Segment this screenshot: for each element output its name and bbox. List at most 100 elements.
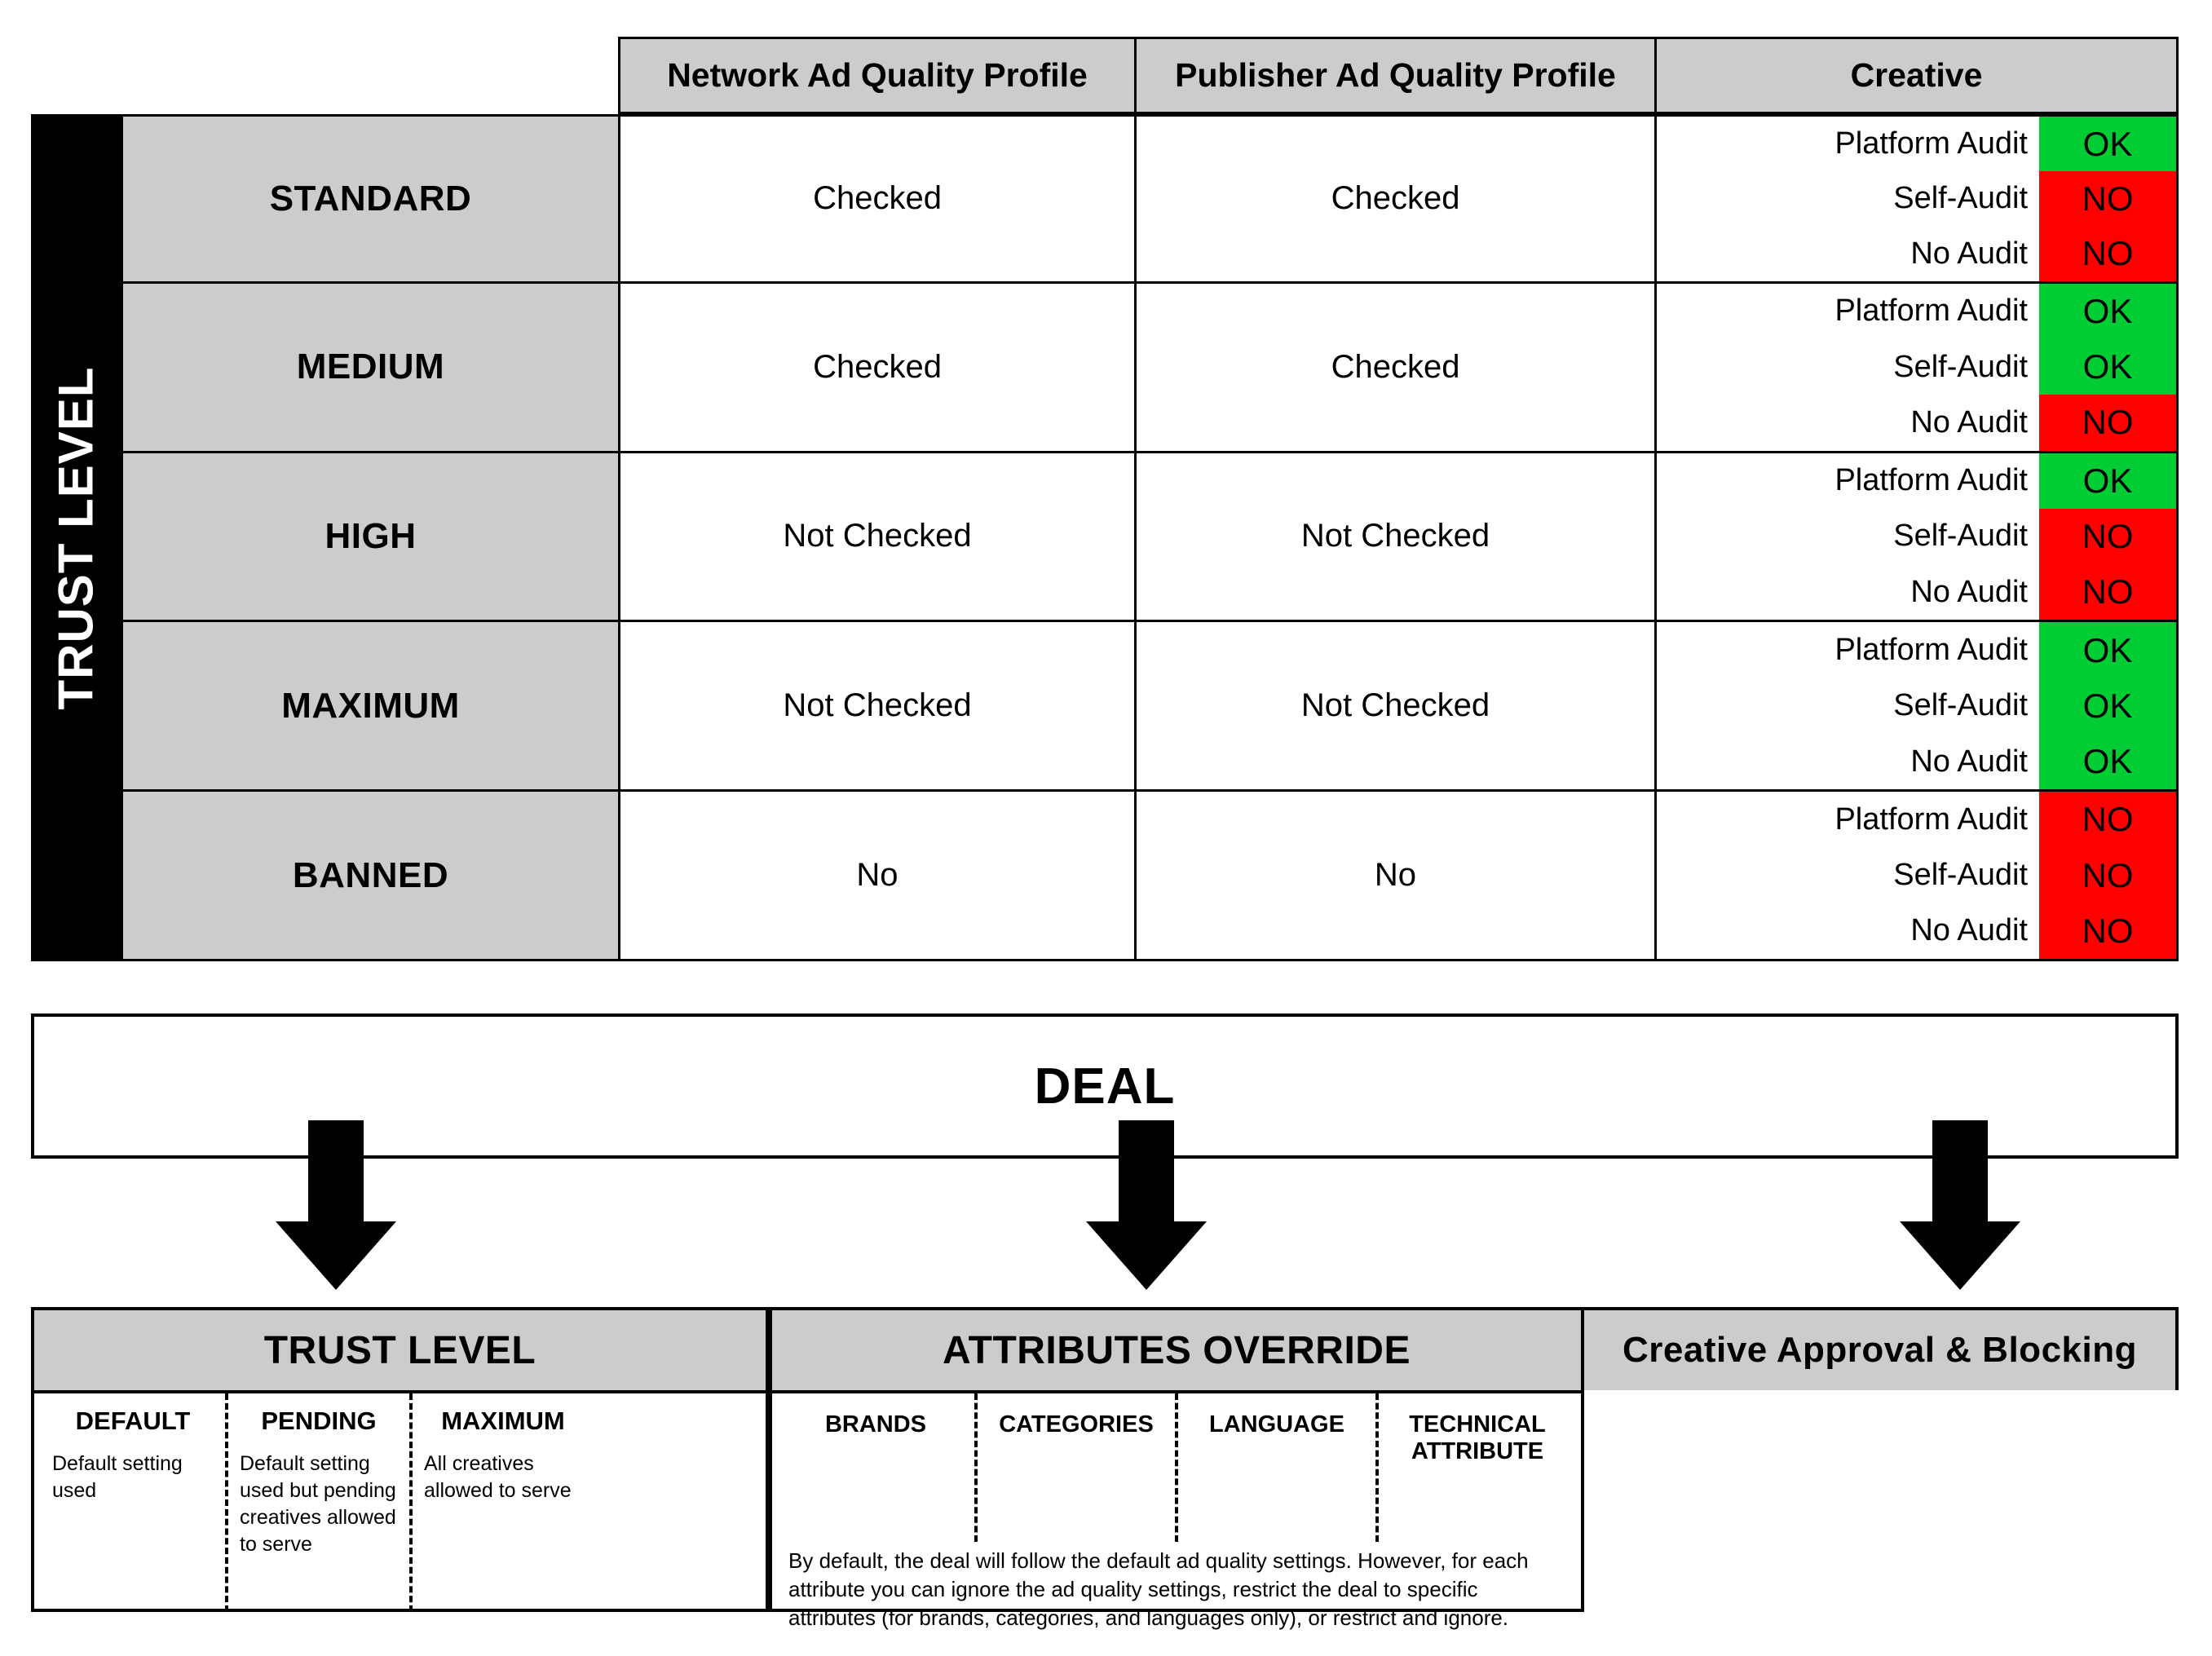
- status-badge: NO: [2039, 903, 2176, 959]
- audit-label: Platform Audit: [1835, 633, 2028, 668]
- panel-trust-level: TRUST LEVEL DEFAULT Default setting used…: [31, 1307, 769, 1612]
- table-row: STANDARD Checked Checked Platform Audit …: [121, 114, 2181, 284]
- trust-level-option-default[interactable]: DEFAULT Default setting used: [41, 1393, 225, 1612]
- cell-publisher-quality: Not Checked: [1134, 450, 1657, 623]
- matrix-header-row: Network Ad Quality Profile Publisher Ad …: [618, 37, 2181, 114]
- status-badge: OK: [2039, 339, 2176, 395]
- cell-publisher-quality: No: [1134, 789, 1657, 961]
- option-title: LANGUAGE: [1209, 1411, 1344, 1437]
- audit-label: Self-Audit: [1893, 349, 2028, 384]
- row-level-label: STANDARD: [121, 114, 620, 284]
- audit-row: Platform Audit OK: [1657, 453, 2176, 509]
- cell-network-quality: Not Checked: [618, 620, 1137, 793]
- audit-row: No Audit NO: [1657, 903, 2176, 959]
- down-arrow-icon: [1086, 1120, 1207, 1290]
- option-title: PENDING: [261, 1406, 377, 1435]
- status-badge: NO: [2039, 847, 2176, 903]
- option-title: CATEGORIES: [999, 1411, 1154, 1437]
- status-badge: NO: [2039, 792, 2176, 848]
- audit-label: No Audit: [1910, 744, 2028, 779]
- deal-title: DEAL: [1034, 1058, 1176, 1115]
- audit-list: Platform Audit OK Self-Audit OK No Audit…: [1657, 622, 2176, 790]
- table-row: MEDIUM Checked Checked Platform Audit OK…: [121, 280, 2181, 453]
- audit-row: Platform Audit OK: [1657, 117, 2176, 172]
- cell-creative: Platform Audit OK Self-Audit OK No Audit…: [1654, 280, 2179, 453]
- audit-label: Platform Audit: [1835, 802, 2028, 837]
- cell-network-quality: Checked: [618, 280, 1137, 453]
- row-level-label: HIGH: [121, 450, 620, 623]
- audit-label: Self-Audit: [1893, 858, 2028, 893]
- audit-list: Platform Audit OK Self-Audit NO No Audit…: [1657, 453, 2176, 620]
- status-badge: NO: [2039, 395, 2176, 451]
- option-title: DEFAULT: [75, 1406, 191, 1435]
- attribute-option-language[interactable]: LANGUAGE: [1175, 1393, 1375, 1542]
- audit-label: No Audit: [1910, 574, 2028, 609]
- status-badge: OK: [2039, 453, 2176, 509]
- attributes-override-note: By default, the deal will follow the def…: [788, 1548, 1529, 1631]
- cell-network-quality: Checked: [618, 114, 1137, 284]
- audit-row: Self-Audit NO: [1657, 847, 2176, 903]
- option-description: Default setting used: [52, 1451, 183, 1502]
- trust-level-spine-label: TRUST LEVEL: [48, 365, 104, 710]
- status-badge: OK: [2039, 117, 2176, 172]
- audit-label: Platform Audit: [1835, 463, 2028, 498]
- panel-attributes-override: ATTRIBUTES OVERRIDE BRANDS CATEGORIES LA…: [769, 1307, 1584, 1630]
- column-header-network-ad-quality-profile: Network Ad Quality Profile: [618, 37, 1137, 114]
- panel-attributes-override-title: ATTRIBUTES OVERRIDE: [772, 1310, 1581, 1393]
- audit-row: No Audit NO: [1657, 395, 2176, 451]
- option-title: TECHNICAL ATTRIBUTE: [1409, 1411, 1546, 1465]
- attribute-option-technical-attribute[interactable]: TECHNICAL ATTRIBUTE: [1375, 1393, 1576, 1542]
- audit-row: Self-Audit NO: [1657, 171, 2176, 227]
- audit-row: No Audit OK: [1657, 733, 2176, 790]
- audit-label: Platform Audit: [1835, 126, 2028, 161]
- audit-row: Self-Audit NO: [1657, 508, 2176, 565]
- status-badge: NO: [2039, 226, 2176, 281]
- table-row: BANNED No No Platform Audit NO Self-Audi…: [121, 789, 2181, 961]
- audit-row: No Audit NO: [1657, 226, 2176, 281]
- cell-creative: Platform Audit OK Self-Audit NO No Audit…: [1654, 114, 2179, 284]
- audit-row: Self-Audit OK: [1657, 339, 2176, 395]
- audit-row: No Audit NO: [1657, 564, 2176, 620]
- option-title: MAXIMUM: [441, 1406, 565, 1435]
- cell-creative: Platform Audit OK Self-Audit OK No Audit…: [1654, 620, 2179, 793]
- attribute-columns: BRANDS CATEGORIES LANGUAGE TECHNICAL ATT…: [772, 1393, 1581, 1542]
- cell-publisher-quality: Checked: [1134, 114, 1657, 284]
- column-header-creative: Creative: [1654, 37, 2179, 114]
- option-description: All creatives allowed to serve: [424, 1451, 572, 1502]
- trust-level-spine: TRUST LEVEL: [31, 114, 121, 961]
- status-badge: OK: [2039, 622, 2176, 678]
- audit-label: No Audit: [1910, 236, 2028, 271]
- trust-level-option-pending[interactable]: PENDING Default setting used but pending…: [225, 1393, 409, 1612]
- audit-label: No Audit: [1910, 913, 2028, 948]
- audit-label: Self-Audit: [1893, 181, 2028, 216]
- column-header-publisher-ad-quality-profile: Publisher Ad Quality Profile: [1134, 37, 1657, 114]
- audit-row: Platform Audit OK: [1657, 283, 2176, 340]
- cell-creative: Platform Audit NO Self-Audit NO No Audit…: [1654, 789, 2179, 961]
- attribute-option-brands[interactable]: BRANDS: [777, 1393, 974, 1542]
- panel-trust-level-title: TRUST LEVEL: [34, 1310, 766, 1393]
- audit-label: Self-Audit: [1893, 519, 2028, 554]
- audit-list: Platform Audit OK Self-Audit OK No Audit…: [1657, 283, 2176, 451]
- audit-row: Self-Audit OK: [1657, 678, 2176, 734]
- option-description: Default setting used but pending creativ…: [240, 1451, 396, 1556]
- trust-level-columns: DEFAULT Default setting used PENDING Def…: [34, 1393, 766, 1612]
- cell-creative: Platform Audit OK Self-Audit NO No Audit…: [1654, 450, 2179, 623]
- down-arrow-icon: [1900, 1120, 2020, 1290]
- table-row: MAXIMUM Not Checked Not Checked Platform…: [121, 620, 2181, 793]
- cell-network-quality: Not Checked: [618, 450, 1137, 623]
- table-row: HIGH Not Checked Not Checked Platform Au…: [121, 450, 2181, 623]
- status-badge: OK: [2039, 678, 2176, 734]
- matrix-body: STANDARD Checked Checked Platform Audit …: [121, 114, 2181, 961]
- audit-list: Platform Audit NO Self-Audit NO No Audit…: [1657, 792, 2176, 959]
- audit-row: Platform Audit NO: [1657, 792, 2176, 848]
- trust-level-option-maximum[interactable]: MAXIMUM All creatives allowed to serve: [409, 1393, 594, 1612]
- row-level-label: BANNED: [121, 789, 620, 961]
- status-badge: OK: [2039, 733, 2176, 790]
- audit-row: Platform Audit OK: [1657, 622, 2176, 678]
- attribute-option-categories[interactable]: CATEGORIES: [974, 1393, 1175, 1542]
- option-title: BRANDS: [824, 1411, 927, 1437]
- audit-label: No Audit: [1910, 404, 2028, 439]
- cell-network-quality: No: [618, 789, 1137, 961]
- status-badge: OK: [2039, 283, 2176, 340]
- panel-creative-approval-blocking: Creative Approval & Blocking: [1581, 1307, 2179, 1390]
